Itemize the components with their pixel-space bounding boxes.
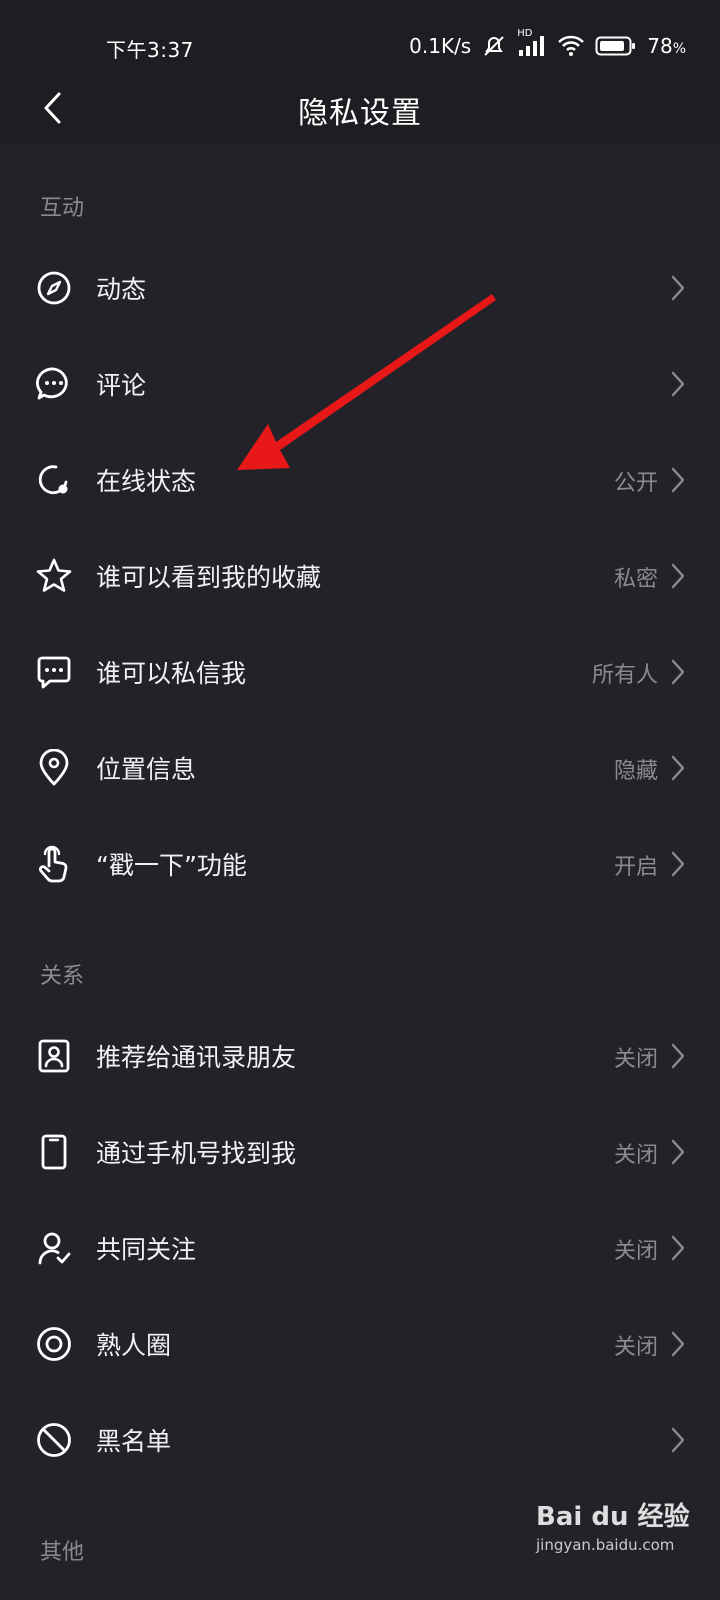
chevron-right-icon (671, 371, 685, 397)
battery-percent: 78% (647, 34, 686, 58)
row-value: 关闭 (613, 1335, 658, 1360)
row-favorites-visibility[interactable]: 谁可以看到我的收藏 私密 (0, 528, 720, 624)
status-icons: 0.1K/s HD 78% (409, 28, 686, 60)
row-find-by-phone[interactable]: 通过手机号找到我 关闭 (0, 1104, 720, 1200)
chevron-right-icon (671, 659, 685, 685)
watermark-url: jingyan.baidu.com (536, 1536, 675, 1554)
message-icon (34, 652, 74, 692)
row-online-status[interactable]: 在线状态 公开 (0, 432, 720, 528)
row-value: 关闭 (613, 1143, 658, 1168)
row-value: 公开 (613, 471, 658, 496)
row-value: 关闭 (613, 1239, 658, 1264)
mute-icon (481, 33, 507, 59)
circle-icon (34, 1324, 74, 1364)
watermark-brand: Bai du 经验 (536, 1502, 690, 1532)
poke-hand-icon (34, 844, 74, 884)
star-icon (34, 556, 74, 596)
section-header-interaction: 互动 (40, 196, 85, 221)
row-label: 在线状态 (96, 467, 197, 496)
row-poke[interactable]: “戳一下”功能 开启 (0, 816, 720, 912)
network-type-label: HD (517, 28, 533, 39)
compass-icon (34, 268, 74, 308)
chevron-right-icon (671, 275, 685, 301)
online-status-icon (34, 460, 74, 500)
battery-icon (595, 35, 637, 57)
chevron-right-icon (671, 1235, 685, 1261)
row-blacklist[interactable]: 黑名单 (0, 1392, 720, 1488)
row-direct-message[interactable]: 谁可以私信我 所有人 (0, 624, 720, 720)
status-time: 下午3:37 (106, 38, 194, 62)
row-value: 关闭 (613, 1047, 658, 1072)
row-label: “戳一下”功能 (96, 851, 247, 880)
battery-percent-symbol: % (672, 41, 686, 57)
row-label: 黑名单 (96, 1427, 172, 1456)
page-title: 隐私设置 (298, 96, 422, 131)
battery-percent-value: 78 (647, 34, 673, 58)
row-label: 谁可以看到我的收藏 (96, 563, 322, 592)
signal-icon: HD (517, 28, 547, 58)
row-recommend-contacts[interactable]: 推荐给通讯录朋友 关闭 (0, 1008, 720, 1104)
location-pin-icon (34, 748, 74, 788)
wifi-icon (557, 34, 585, 58)
row-label: 位置信息 (96, 755, 197, 784)
comment-bubble-icon (34, 364, 74, 404)
row-location[interactable]: 位置信息 隐藏 (0, 720, 720, 816)
mutual-follow-icon (34, 1228, 74, 1268)
row-acquaintance-circle[interactable]: 熟人圈 关闭 (0, 1296, 720, 1392)
phone-icon (34, 1132, 74, 1172)
row-label: 评论 (96, 371, 147, 400)
section-header-other: 其他 (40, 1540, 85, 1565)
chevron-right-icon (671, 563, 685, 589)
row-comments[interactable]: 评论 (0, 336, 720, 432)
chevron-right-icon (671, 1043, 685, 1069)
row-mutual-follow[interactable]: 共同关注 关闭 (0, 1200, 720, 1296)
row-value: 所有人 (591, 663, 658, 688)
contacts-icon (34, 1036, 74, 1076)
row-label: 熟人圈 (96, 1331, 172, 1360)
row-value: 开启 (613, 855, 658, 880)
row-label: 推荐给通讯录朋友 (96, 1043, 297, 1072)
chevron-right-icon (671, 755, 685, 781)
row-label: 动态 (96, 275, 147, 304)
block-icon (34, 1420, 74, 1460)
section-header-relations: 关系 (40, 964, 85, 989)
row-value: 隐藏 (613, 759, 658, 784)
baidu-jingyan-watermark: Bai du 经验 jingyan.baidu.com (532, 1492, 690, 1582)
chevron-right-icon (671, 1139, 685, 1165)
row-activity[interactable]: 动态 (0, 240, 720, 336)
network-speed: 0.1K/s (409, 34, 472, 58)
row-label: 共同关注 (96, 1235, 197, 1264)
chevron-right-icon (671, 1331, 685, 1357)
row-label: 通过手机号找到我 (96, 1139, 297, 1168)
chevron-right-icon (671, 1427, 685, 1453)
nav-bar: 隐私设置 (0, 72, 720, 144)
chevron-right-icon (671, 467, 685, 493)
chevron-right-icon (671, 851, 685, 877)
row-label: 谁可以私信我 (96, 659, 247, 688)
row-value: 私密 (613, 567, 658, 592)
